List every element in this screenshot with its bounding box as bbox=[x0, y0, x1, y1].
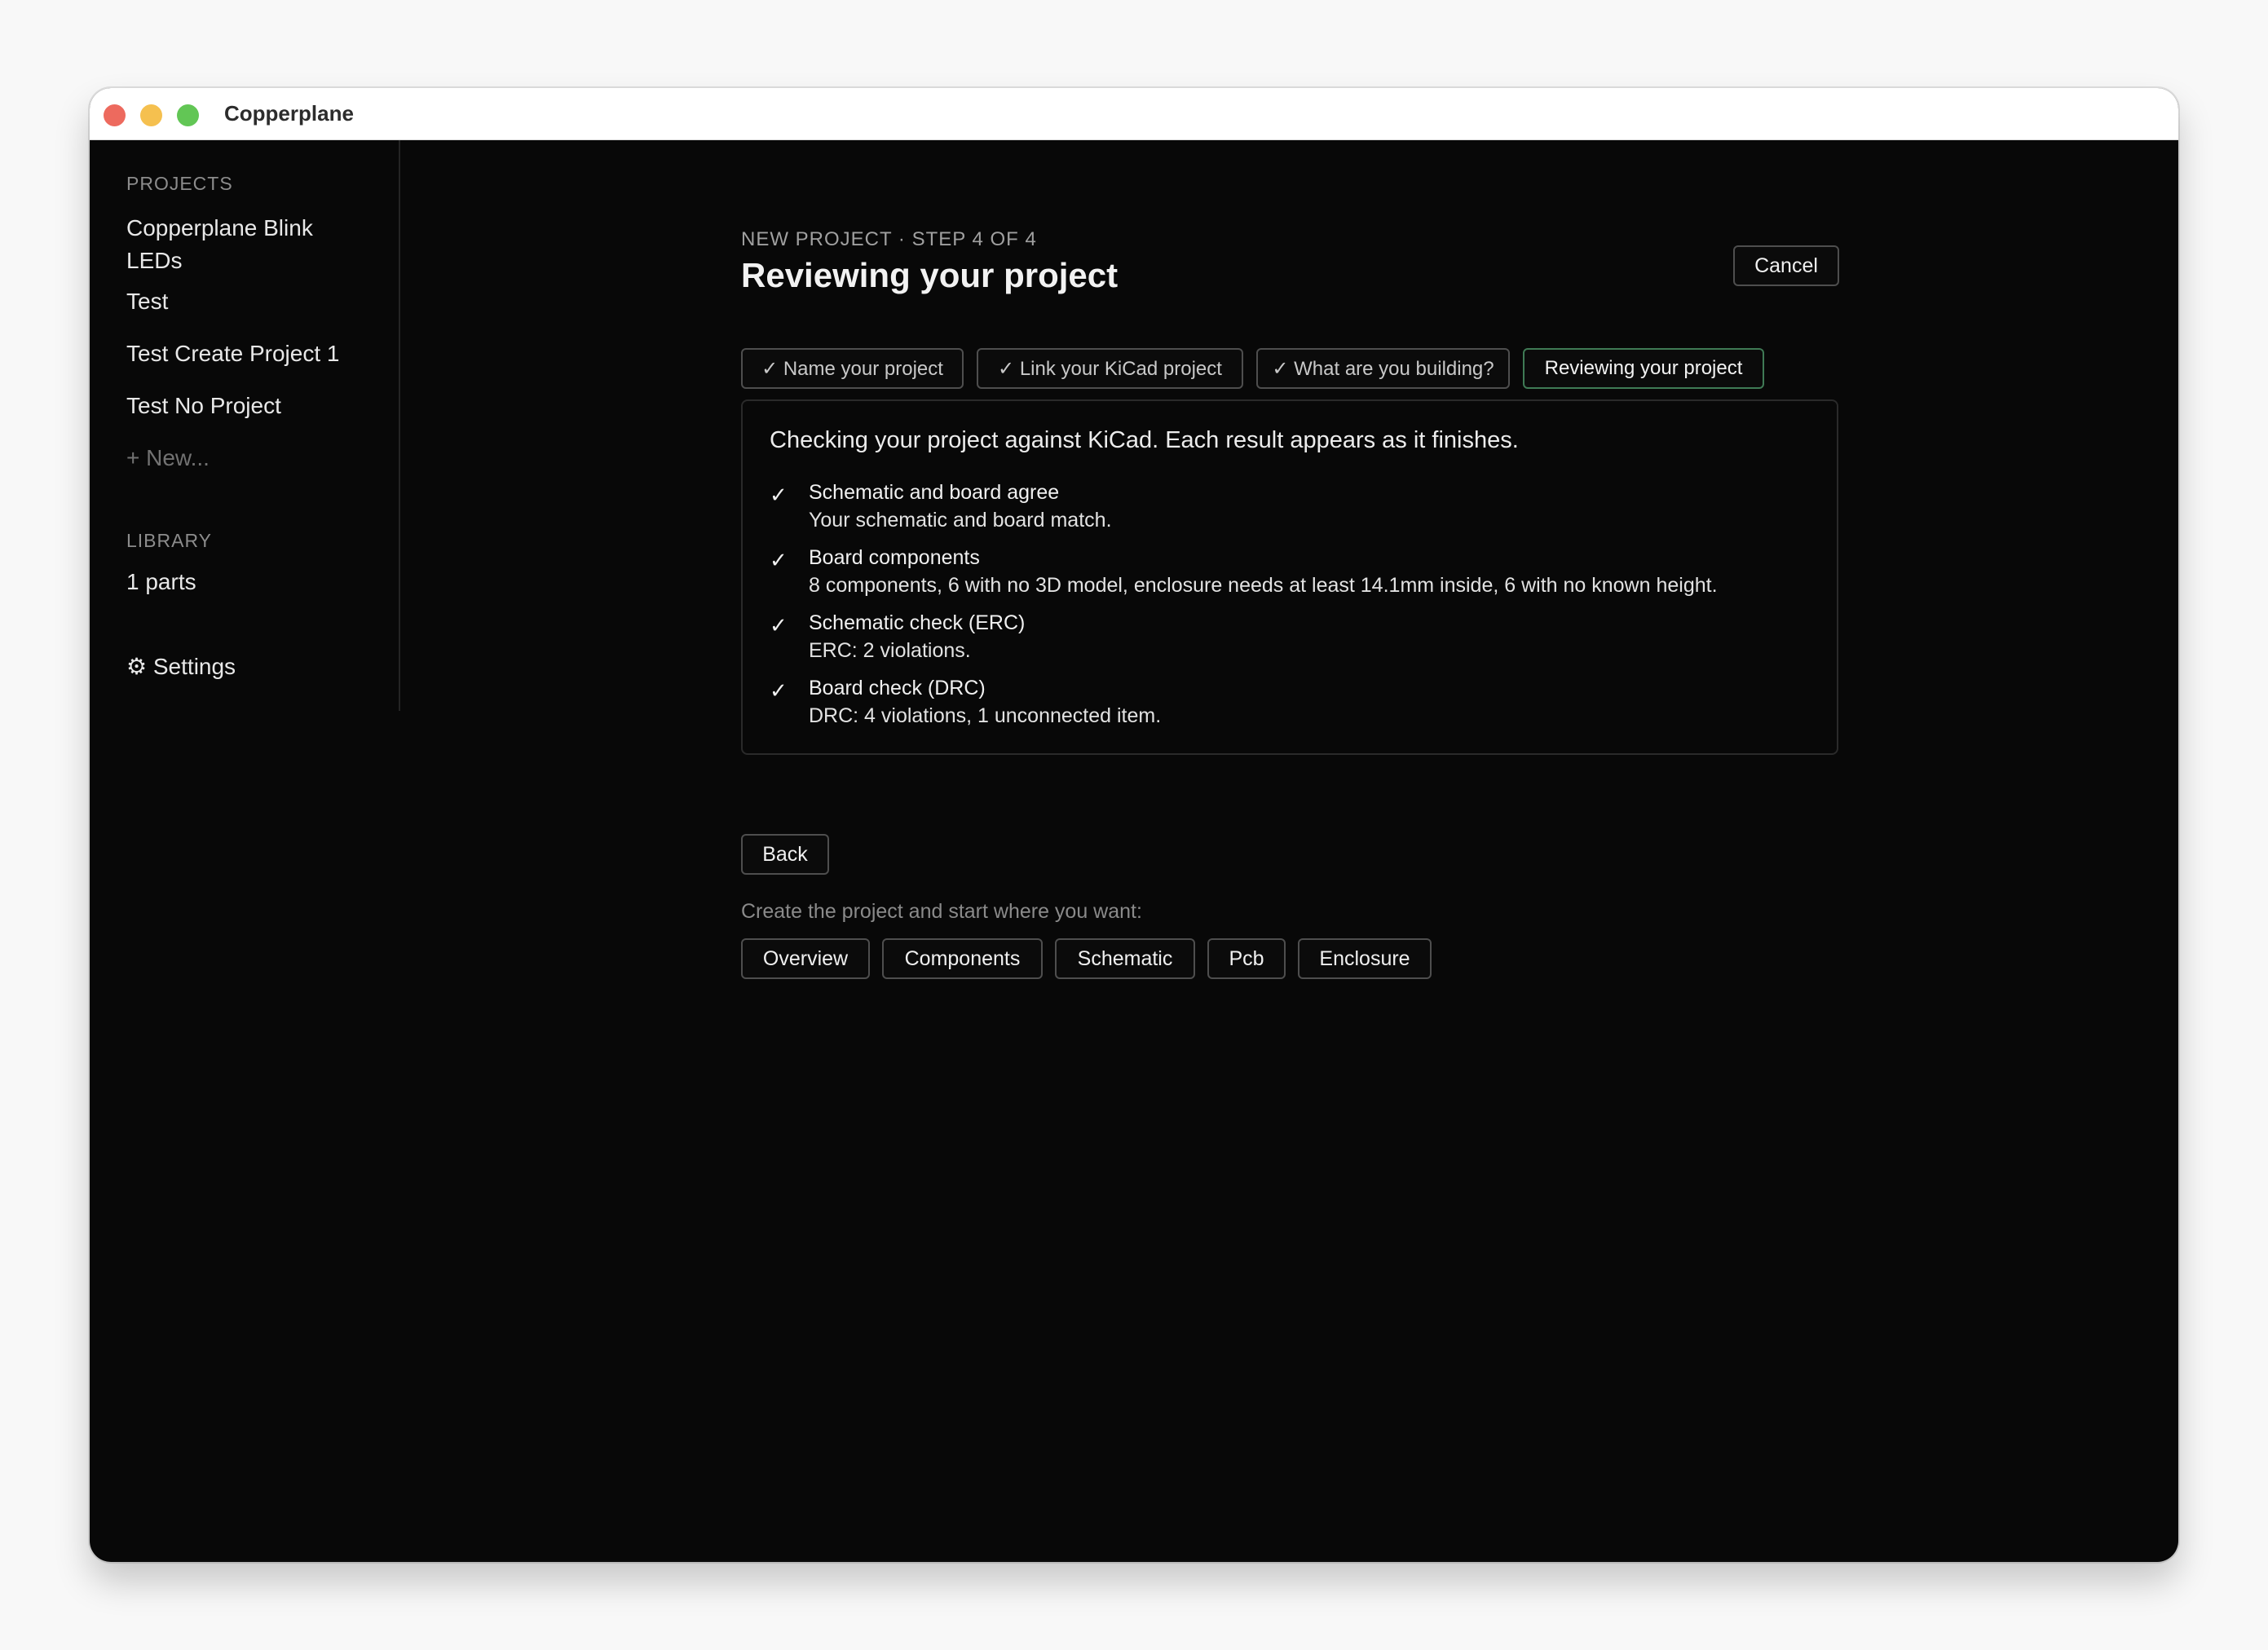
check-title: Board components bbox=[809, 546, 980, 569]
check-title: Board check (DRC) bbox=[809, 677, 986, 699]
checkmark-icon: ✓ bbox=[770, 483, 788, 507]
step-indicator: NEW PROJECT · STEP 4 OF 4 bbox=[741, 228, 1037, 250]
review-panel: Checking your project against KiCad. Eac… bbox=[741, 399, 1838, 755]
start-enclosure-button[interactable]: Enclosure bbox=[1298, 938, 1432, 979]
check-title: Schematic check (ERC) bbox=[809, 611, 1026, 634]
step-link-kicad-project[interactable]: ✓ Link your KiCad project bbox=[977, 348, 1243, 389]
check-item: ✓ Board components 8 components, 6 with … bbox=[770, 546, 1813, 603]
start-overview-button[interactable]: Overview bbox=[741, 938, 870, 979]
start-schematic-button[interactable]: Schematic bbox=[1055, 938, 1195, 979]
check-item: ✓ Schematic and board agree Your schemat… bbox=[770, 481, 1813, 538]
start-components-button[interactable]: Components bbox=[882, 938, 1043, 979]
check-detail: ERC: 2 violations. bbox=[809, 639, 971, 662]
check-detail: Your schematic and board match. bbox=[809, 509, 1112, 532]
review-intro: Checking your project against KiCad. Eac… bbox=[770, 427, 1519, 453]
check-item: ✓ Schematic check (ERC) ERC: 2 violation… bbox=[770, 611, 1813, 668]
cancel-button[interactable]: Cancel bbox=[1733, 245, 1839, 286]
step-reviewing-your-project[interactable]: Reviewing your project bbox=[1523, 348, 1764, 389]
window-title: Copperplane bbox=[224, 101, 354, 126]
check-item: ✓ Board check (DRC) DRC: 4 violations, 1… bbox=[770, 677, 1813, 734]
page-title: Reviewing your project bbox=[741, 256, 1119, 294]
main-content: NEW PROJECT · STEP 4 OF 4 Reviewing your… bbox=[90, 140, 2178, 1562]
start-pcb-button[interactable]: Pcb bbox=[1207, 938, 1286, 979]
start-options-label: Create the project and start where you w… bbox=[741, 900, 1142, 923]
check-detail: 8 components, 6 with no 3D model, enclos… bbox=[809, 574, 1718, 597]
title-bar: Copperplane bbox=[90, 88, 2178, 140]
maximize-window-button[interactable] bbox=[177, 104, 199, 126]
checkmark-icon: ✓ bbox=[770, 613, 788, 638]
close-window-button[interactable] bbox=[104, 104, 126, 126]
check-detail: DRC: 4 violations, 1 unconnected item. bbox=[809, 704, 1162, 727]
step-name-your-project[interactable]: ✓ Name your project bbox=[741, 348, 964, 389]
step-what-are-you-building[interactable]: ✓ What are you building? bbox=[1256, 348, 1510, 389]
back-button[interactable]: Back bbox=[741, 834, 829, 875]
checkmark-icon: ✓ bbox=[770, 678, 788, 703]
check-title: Schematic and board agree bbox=[809, 481, 1060, 504]
app-window: Copperplane PROJECTS Copperplane Blink L… bbox=[90, 88, 2178, 1562]
minimize-window-button[interactable] bbox=[140, 104, 162, 126]
checkmark-icon: ✓ bbox=[770, 548, 788, 572]
